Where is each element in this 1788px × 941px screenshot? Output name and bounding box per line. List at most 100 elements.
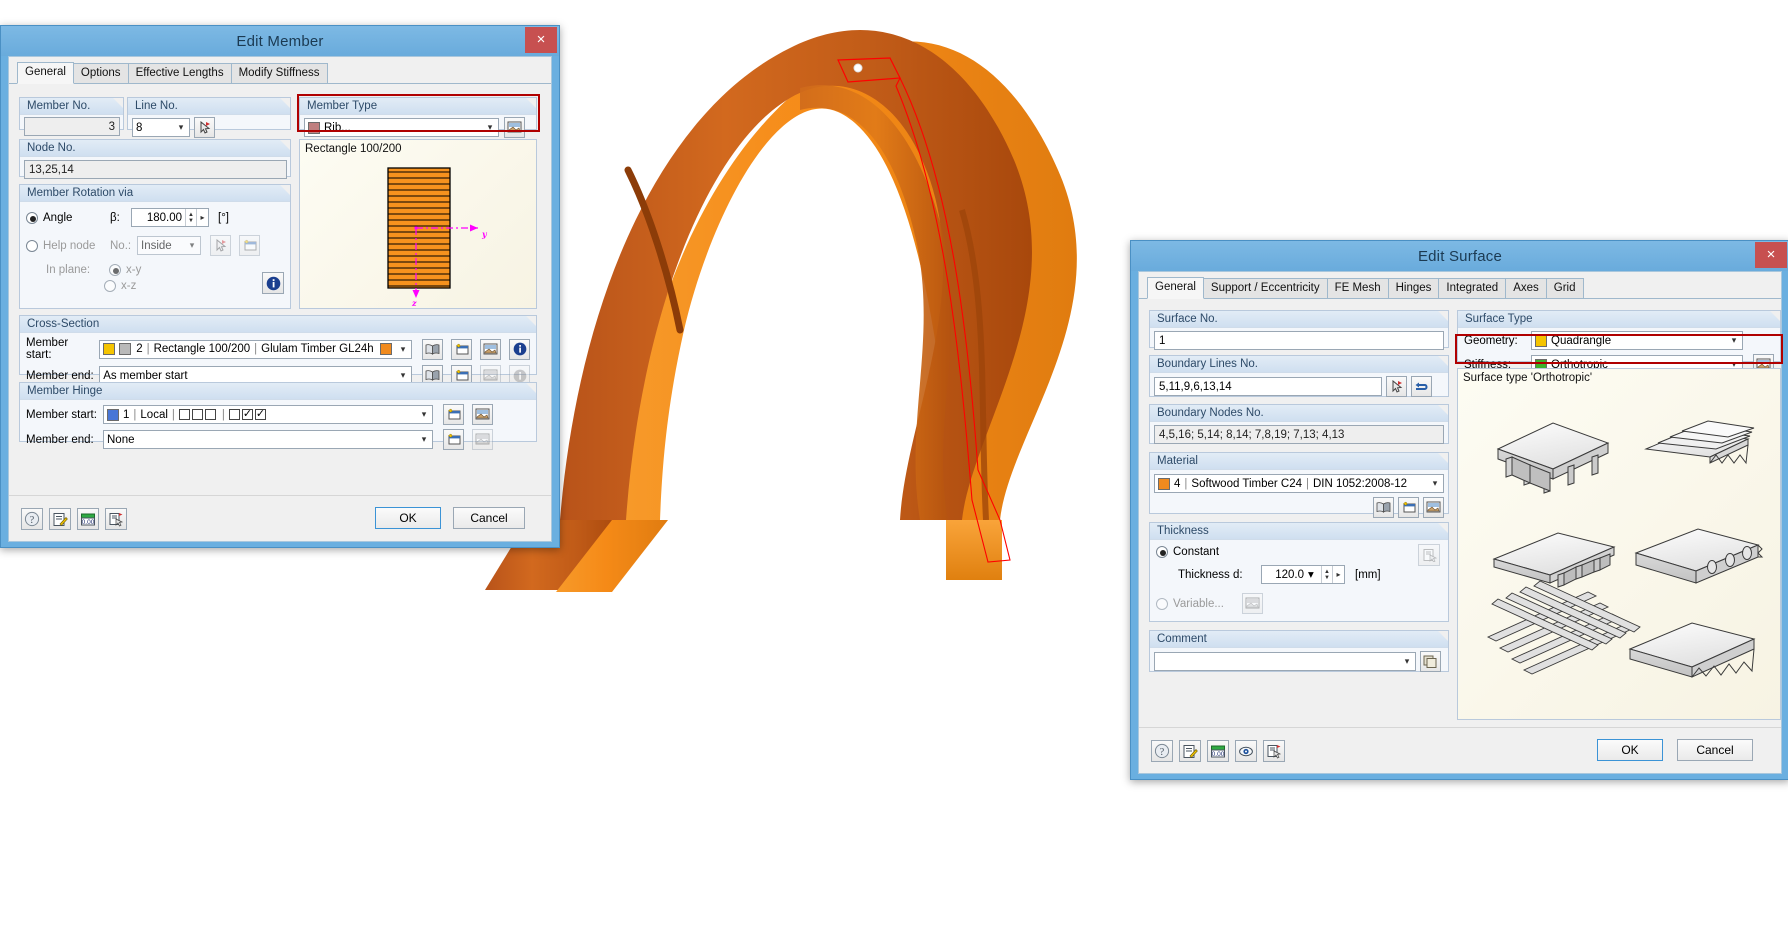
- in-plane-xz-row[interactable]: x-z: [104, 280, 284, 292]
- member-no-field[interactable]: 3: [24, 117, 120, 136]
- comment-combo[interactable]: ▾: [1154, 652, 1416, 671]
- illus-corrugated-slab: [1628, 622, 1756, 678]
- cs-start-new-button[interactable]: [451, 338, 472, 360]
- rotation-info-button[interactable]: [262, 272, 284, 294]
- material-library-button[interactable]: [1373, 497, 1394, 518]
- separator: |: [146, 343, 150, 355]
- comment-button[interactable]: [49, 508, 71, 530]
- radio-help-node[interactable]: [26, 239, 38, 252]
- hinge-end-combo[interactable]: None ▾: [103, 430, 433, 449]
- help-node-combo[interactable]: Inside ▾: [137, 236, 201, 255]
- beta-input[interactable]: 180.00 ▲ ▼ ▸: [131, 208, 209, 227]
- material-combo[interactable]: 4 | Softwood Timber C24 | DIN 1052:2008-…: [1154, 474, 1444, 493]
- edit-member-dialog[interactable]: Edit Member × General Options Effective …: [0, 25, 560, 548]
- visibility-button[interactable]: [1235, 740, 1257, 762]
- tab-general[interactable]: General: [17, 62, 74, 84]
- comment-library-button[interactable]: [1420, 651, 1441, 672]
- tab-fe-mesh[interactable]: FE Mesh: [1326, 278, 1389, 298]
- tab-options[interactable]: Options: [72, 63, 129, 83]
- help-node-new-button[interactable]: [239, 235, 260, 256]
- cs-start-info-button[interactable]: [509, 338, 530, 360]
- surface-tabstrip[interactable]: General Support / Eccentricity FE Mesh H…: [1139, 277, 1781, 299]
- boundary-lines-reverse-button[interactable]: [1411, 376, 1432, 397]
- render-settings-button[interactable]: [1263, 740, 1285, 762]
- hinge-end-edit-button[interactable]: [472, 429, 493, 450]
- tab-effective-lengths[interactable]: Effective Lengths: [127, 63, 232, 83]
- thickness-variable-edit-button[interactable]: [1242, 593, 1263, 614]
- tab-integrated[interactable]: Integrated: [1438, 278, 1507, 298]
- member-ok-button[interactable]: OK: [375, 507, 441, 529]
- tab-grid[interactable]: Grid: [1545, 278, 1584, 298]
- thickness-info-button[interactable]: [1418, 544, 1440, 566]
- beta-more-button[interactable]: ▸: [196, 209, 208, 226]
- material-new-button[interactable]: [1398, 497, 1419, 518]
- boundary-nodes-field[interactable]: 4,5,16; 5,14; 8,14; 7,8,19; 7,13; 4,13: [1154, 425, 1444, 444]
- cs-start-edit-button[interactable]: [480, 338, 501, 360]
- help-button[interactable]: ?: [1151, 740, 1173, 762]
- rotation-angle-row[interactable]: Angle β: 180.00 ▲ ▼ ▸ [°]: [26, 208, 284, 227]
- member-type-edit-button[interactable]: [504, 117, 525, 138]
- hinge-start-edit-button[interactable]: [472, 404, 493, 425]
- in-plane-xy-row[interactable]: In plane: x-y: [46, 264, 284, 276]
- chevron-down-icon[interactable]: ▾: [1308, 567, 1321, 583]
- boundary-nodes-caption: Boundary Nodes No.: [1150, 405, 1448, 422]
- render-settings-button[interactable]: [105, 508, 127, 530]
- tab-hinges[interactable]: Hinges: [1387, 278, 1440, 298]
- radio-plane-xy[interactable]: [109, 264, 121, 276]
- tab-modify-stiffness[interactable]: Modify Stiffness: [230, 63, 328, 83]
- boundary-lines-pick-button[interactable]: [1386, 376, 1407, 397]
- radio-plane-xz[interactable]: [104, 280, 116, 292]
- surface-ok-button[interactable]: OK: [1597, 739, 1663, 761]
- boundary-lines-field[interactable]: 5,11,9,6,13,14: [1154, 377, 1382, 396]
- radio-constant[interactable]: [1156, 546, 1168, 558]
- pick-line-button[interactable]: [194, 117, 215, 138]
- surface-dialog-titlebar[interactable]: Edit Surface ×: [1131, 241, 1788, 271]
- surface-cancel-button[interactable]: Cancel: [1677, 739, 1753, 761]
- radio-variable[interactable]: [1156, 597, 1168, 610]
- radio-angle[interactable]: [26, 211, 38, 224]
- tab-general[interactable]: General: [1147, 277, 1204, 299]
- svg-text:0.00: 0.00: [1212, 751, 1225, 758]
- geometry-combo[interactable]: Quadrangle ▾: [1531, 331, 1743, 350]
- render-icon: [483, 343, 498, 354]
- tab-support-eccentricity[interactable]: Support / Eccentricity: [1202, 278, 1328, 298]
- render-icon: [507, 121, 522, 133]
- member-cancel-button[interactable]: Cancel: [453, 507, 525, 529]
- hinge-start-color-swatch: [107, 408, 119, 421]
- node-no-field[interactable]: 13,25,14: [24, 160, 287, 179]
- cs-start-combo[interactable]: 2 | Rectangle 100/200 | Glulam Timber GL…: [99, 339, 412, 359]
- cs-start-library-button[interactable]: [422, 338, 443, 360]
- thickness-variable-row[interactable]: Variable...: [1156, 593, 1442, 614]
- thickness-d-spinner[interactable]: ▲ ▼: [1321, 566, 1332, 583]
- member-type-combo[interactable]: Rib... ▾: [304, 118, 499, 137]
- hinge-end-new-button[interactable]: [443, 429, 464, 450]
- member-dialog-footer: ? 0.00 OK Cancel: [9, 495, 551, 541]
- thickness-d-input[interactable]: 120.0 ▾ ▲ ▼ ▸: [1261, 565, 1345, 584]
- thickness-constant-row[interactable]: Constant: [1156, 546, 1442, 558]
- hinge-start-new-button[interactable]: [443, 404, 464, 425]
- member-dialog-close-button[interactable]: ×: [525, 27, 557, 53]
- tab-axes[interactable]: Axes: [1505, 278, 1547, 298]
- thickness-d-more-button[interactable]: ▸: [1332, 566, 1344, 583]
- arch-right-foot: [946, 520, 1002, 580]
- material-edit-button[interactable]: [1423, 497, 1444, 518]
- member-tabstrip[interactable]: General Options Effective Lengths Modify…: [9, 62, 551, 84]
- hinge-start-combo[interactable]: 1 | Local | | ▾: [103, 405, 433, 424]
- beta-spinner[interactable]: ▲ ▼: [185, 209, 196, 226]
- rotation-helpnode-row[interactable]: Help node No.: Inside ▾: [26, 235, 284, 256]
- book-icon: [425, 343, 440, 355]
- edit-surface-dialog[interactable]: Edit Surface × General Support / Eccentr…: [1130, 240, 1788, 780]
- units-button[interactable]: 0.00: [1207, 740, 1229, 762]
- comment-button[interactable]: [1179, 740, 1201, 762]
- info-icon: [266, 276, 280, 290]
- surface-no-field[interactable]: 1: [1154, 331, 1444, 350]
- render-icon: [1245, 597, 1260, 609]
- help-button[interactable]: ?: [21, 508, 43, 530]
- help-node-pick-button[interactable]: [210, 235, 231, 256]
- cursor-pick-icon: [200, 120, 210, 134]
- surface-dialog-close-button[interactable]: ×: [1755, 242, 1787, 268]
- units-button[interactable]: 0.00: [77, 508, 99, 530]
- member-dialog-titlebar[interactable]: Edit Member ×: [1, 26, 559, 56]
- render-icon: [1267, 744, 1282, 758]
- line-no-combo[interactable]: 8 ▾: [132, 118, 190, 137]
